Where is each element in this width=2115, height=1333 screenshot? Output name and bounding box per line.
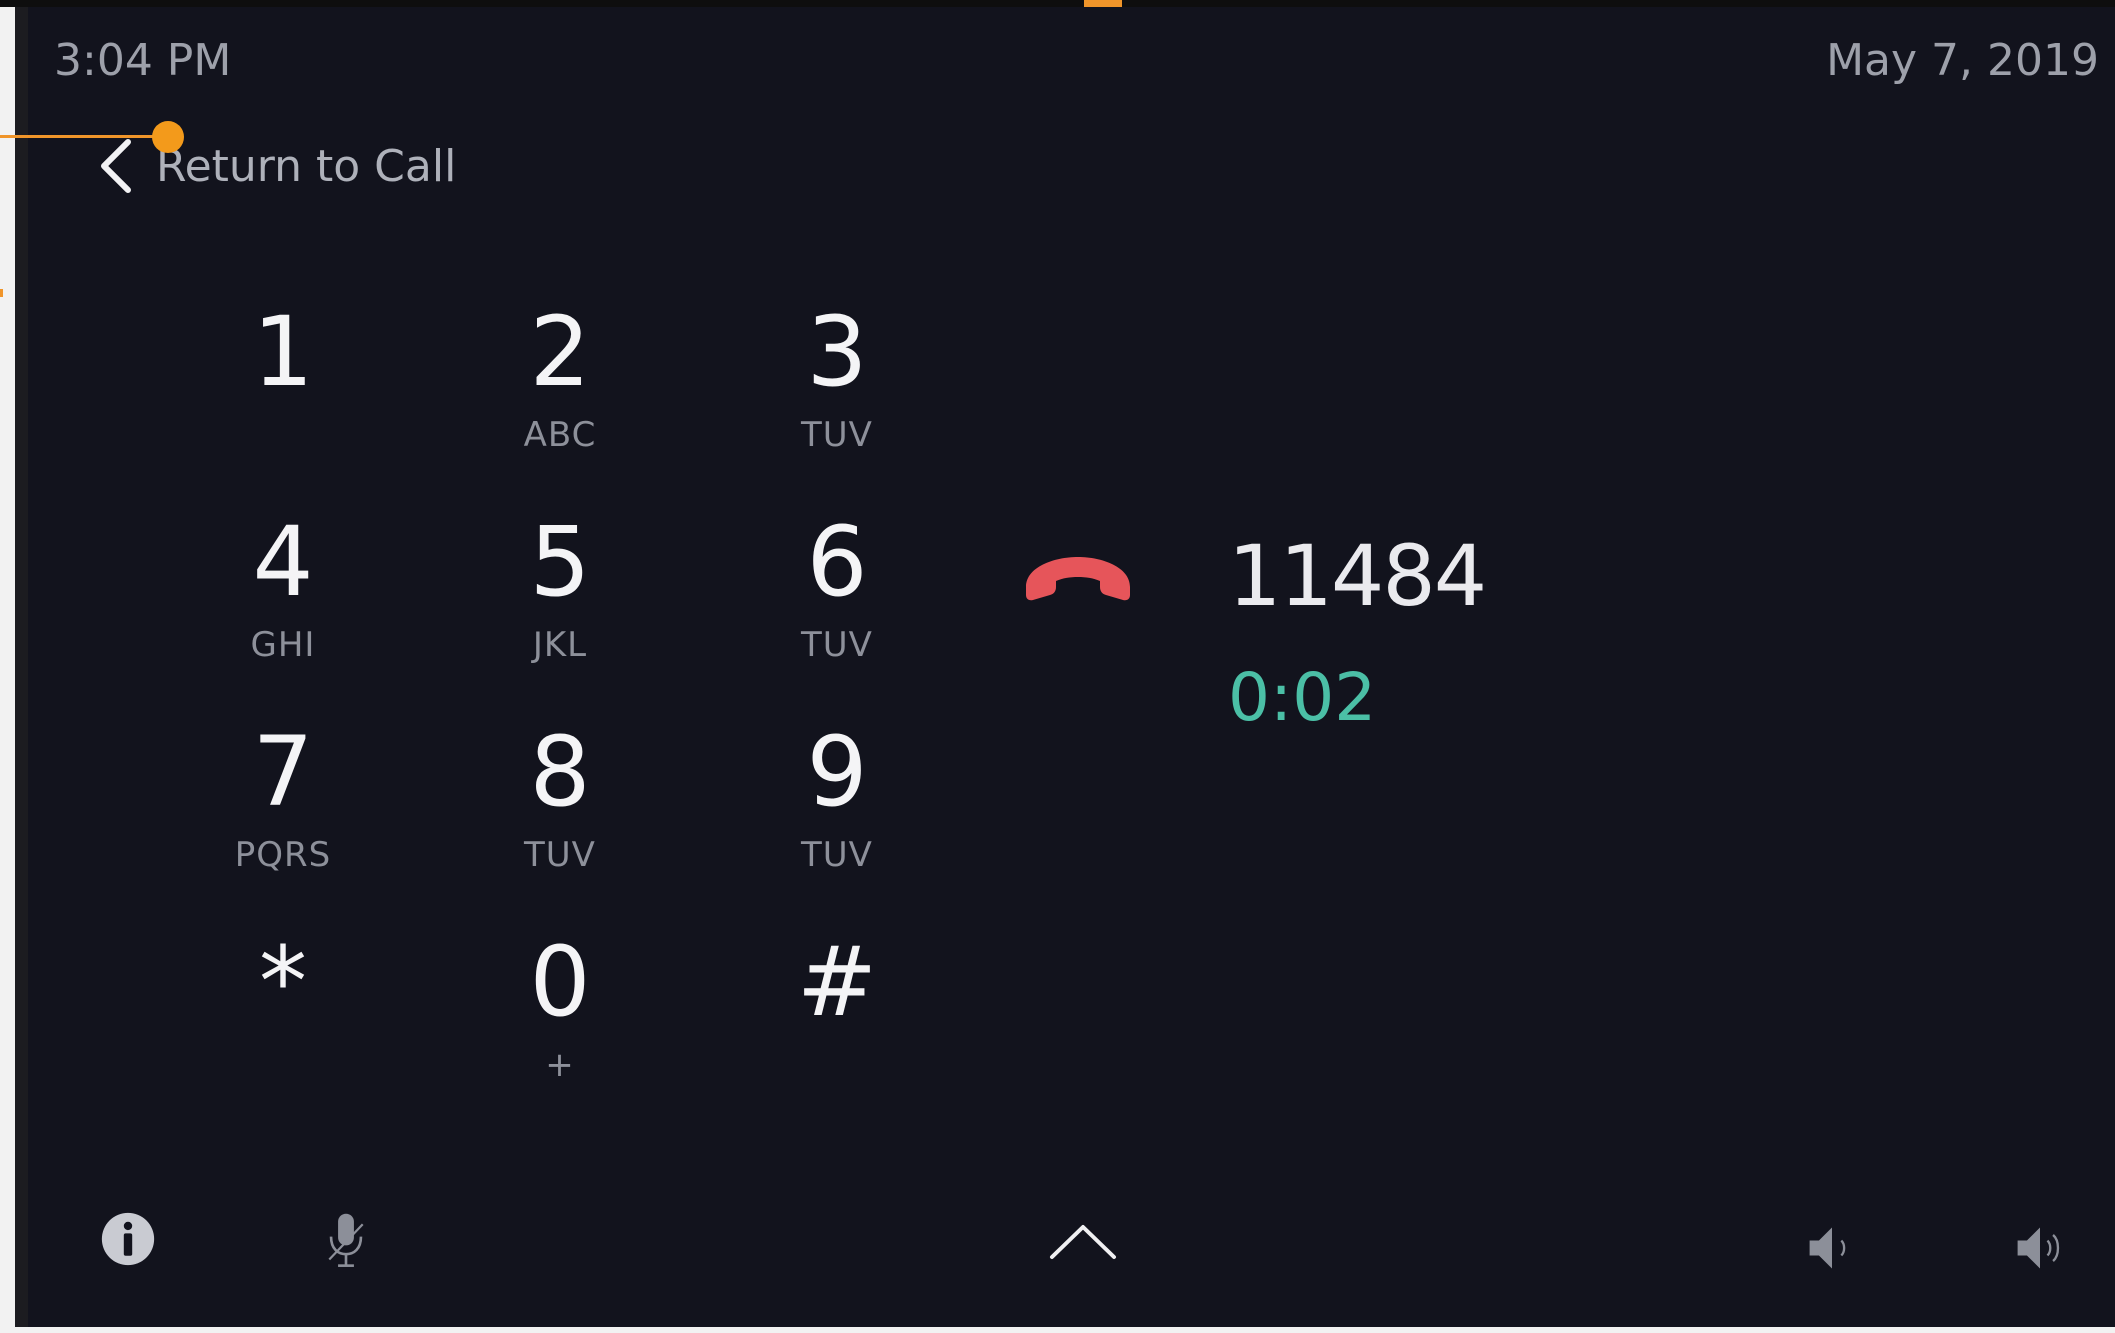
- volume-down-icon: [1809, 1227, 1846, 1269]
- volume-down-button[interactable]: [1792, 1213, 1872, 1283]
- key-letters: +: [545, 1045, 575, 1085]
- key-1[interactable]: 1: [173, 297, 393, 477]
- key-digit: 2: [529, 296, 591, 408]
- return-to-call-button[interactable]: Return to Call: [94, 131, 456, 201]
- chevron-up-icon: [1050, 1225, 1116, 1259]
- info-button[interactable]: [92, 1203, 164, 1275]
- key-letters: ABC: [523, 415, 597, 455]
- key-letters: TUV: [801, 835, 873, 875]
- key-letters: TUV: [524, 835, 596, 875]
- key-2[interactable]: 2 ABC: [450, 297, 670, 477]
- hang-up-button[interactable]: [1018, 543, 1138, 617]
- key-digit: 1: [252, 296, 314, 408]
- screen-bezel: [15, 7, 29, 1327]
- annotation-callout-line: [0, 135, 160, 138]
- window-top-bar: [0, 0, 2115, 7]
- volume-up-button[interactable]: [2000, 1213, 2080, 1283]
- key-digit: 9: [806, 716, 868, 828]
- status-date: May 7, 2019: [1826, 35, 2099, 86]
- key-letters: GHI: [250, 625, 316, 665]
- top-accent-marker: [1084, 0, 1122, 7]
- key-hash[interactable]: #: [727, 927, 947, 1107]
- key-letters: TUV: [801, 415, 873, 455]
- call-duration: 0:02: [1228, 659, 1377, 736]
- key-digit: *: [259, 926, 307, 1038]
- microphone-icon: [328, 1213, 364, 1267]
- expand-up-button[interactable]: [1038, 1213, 1128, 1269]
- key-digit: 8: [529, 716, 591, 828]
- chevron-left-icon: [101, 139, 131, 193]
- info-icon: [101, 1212, 155, 1266]
- call-number: 11484: [1228, 527, 1487, 625]
- return-to-call-label: Return to Call: [156, 140, 457, 192]
- volume-up-icon: [2017, 1227, 2060, 1269]
- status-time: 3:04 PM: [54, 35, 232, 86]
- annotation-callout-dot: [152, 121, 184, 153]
- key-digit: 5: [529, 506, 591, 618]
- key-digit: 0: [529, 926, 591, 1038]
- key-digit: 4: [252, 506, 314, 618]
- key-7[interactable]: 7 PQRS: [173, 717, 393, 897]
- key-6[interactable]: 6 TUV: [727, 507, 947, 687]
- annotation-callout-tick: [0, 289, 3, 297]
- key-letters: PQRS: [234, 835, 332, 875]
- key-9[interactable]: 9 TUV: [727, 717, 947, 897]
- key-5[interactable]: 5 JKL: [450, 507, 670, 687]
- key-star[interactable]: *: [173, 927, 393, 1107]
- key-0[interactable]: 0 +: [450, 927, 670, 1107]
- key-letters: JKL: [532, 625, 588, 665]
- key-4[interactable]: 4 GHI: [173, 507, 393, 687]
- key-digit: 3: [806, 296, 868, 408]
- key-digit: #: [796, 926, 878, 1038]
- hang-up-phone-icon: [1026, 557, 1130, 601]
- key-digit: 7: [252, 716, 314, 828]
- key-8[interactable]: 8 TUV: [450, 717, 670, 897]
- microphone-button[interactable]: [310, 1201, 382, 1281]
- key-digit: 6: [806, 506, 868, 618]
- key-3[interactable]: 3 TUV: [727, 297, 947, 477]
- touch-panel-screen: 3:04 PM May 7, 2019 Return to Call 1 2 A…: [28, 7, 2115, 1327]
- key-letters: TUV: [801, 625, 873, 665]
